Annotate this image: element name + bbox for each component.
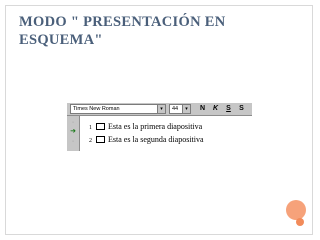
outline-item-text[interactable]: Esta es la primera diapositiva xyxy=(108,122,202,131)
move-up-icon[interactable]: · xyxy=(69,138,77,145)
outline-item-number: 1 xyxy=(89,125,92,131)
outline-view-screenshot: Times New Roman ▾ 44 ▾ N K S S · ➜ · 1 Es… xyxy=(67,103,252,151)
decorative-circle-small xyxy=(296,218,304,226)
shadow-button[interactable]: S xyxy=(237,104,246,114)
font-size-combo[interactable]: 44 ▾ xyxy=(169,104,191,114)
chevron-down-icon[interactable]: ▾ xyxy=(157,105,165,113)
slide-title: MODO " PRESENTACIÓN EN ESQUEMA" xyxy=(19,14,226,48)
chevron-down-icon[interactable]: ▾ xyxy=(182,105,190,113)
slide-icon xyxy=(96,123,105,130)
font-name-combo[interactable]: Times New Roman ▾ xyxy=(70,104,166,114)
demote-arrow-icon[interactable]: ➜ xyxy=(69,128,77,135)
font-name-value: Times New Roman xyxy=(73,106,120,112)
italic-button[interactable]: K xyxy=(211,104,220,114)
decorative-circle-large xyxy=(286,200,306,220)
outline-item[interactable]: 2 Esta es la segunda diapositiva xyxy=(89,134,204,146)
font-size-value: 44 xyxy=(172,106,179,112)
outline-side-toolbar: · ➜ · xyxy=(67,116,80,151)
underline-button[interactable]: S xyxy=(224,104,233,114)
slide-icon xyxy=(96,136,105,143)
outline-item-number: 2 xyxy=(89,138,92,144)
outline-item[interactable]: 1 Esta es la primera diapositiva xyxy=(89,121,202,133)
formatting-toolbar: Times New Roman ▾ 44 ▾ N K S S xyxy=(67,103,252,116)
bold-button[interactable]: N xyxy=(198,104,207,114)
outline-item-text[interactable]: Esta es la segunda diapositiva xyxy=(108,135,204,144)
promote-icon[interactable]: · xyxy=(69,119,77,126)
